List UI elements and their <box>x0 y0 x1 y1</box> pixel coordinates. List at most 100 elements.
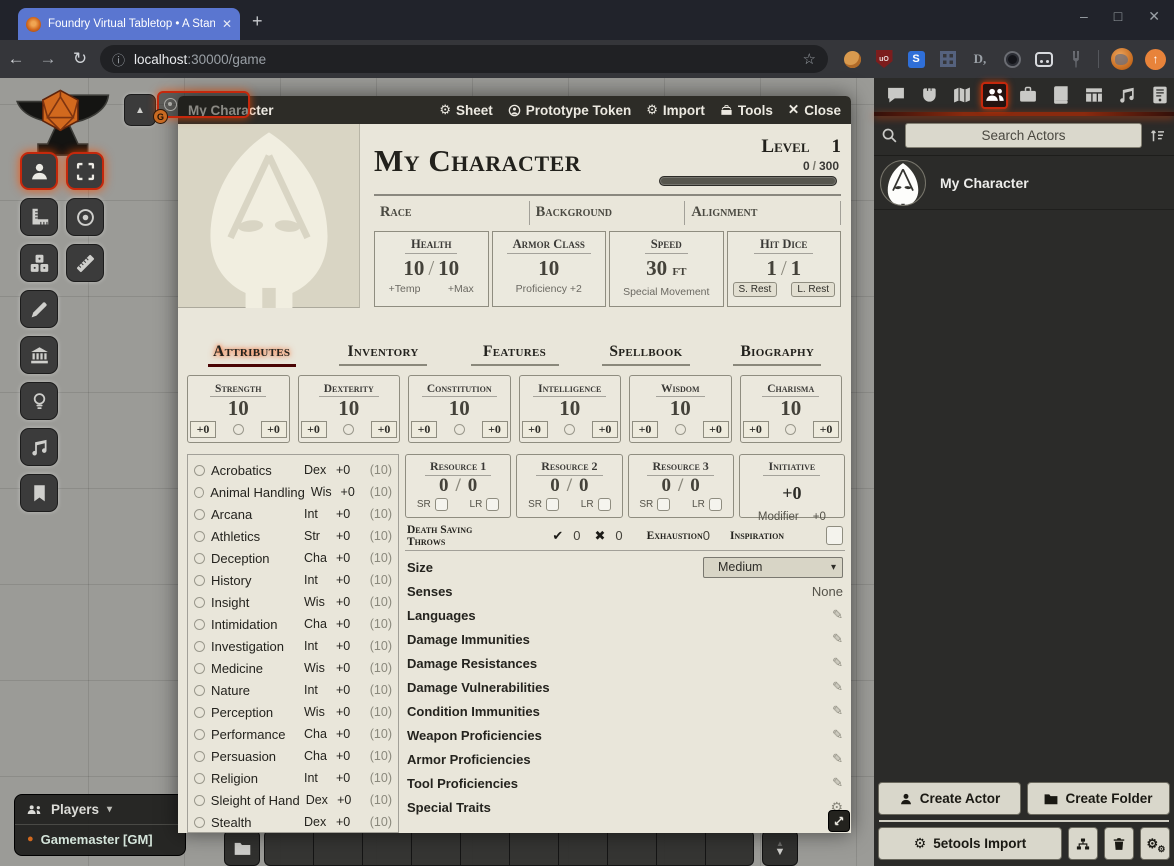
skill-proficiency-radio[interactable] <box>194 465 205 476</box>
skill-name[interactable]: History <box>211 573 298 588</box>
skill-proficiency-radio[interactable] <box>194 685 205 696</box>
skill-row[interactable]: Stealth Dex +0 (10) <box>194 811 392 833</box>
ability-box[interactable]: Charisma 10 +0 +0 <box>740 375 843 443</box>
skill-name[interactable]: Perception <box>211 705 298 720</box>
skill-name[interactable]: Deception <box>211 551 298 566</box>
macro-slot[interactable] <box>509 830 558 866</box>
select-tool-button[interactable] <box>66 152 104 190</box>
ability-mod[interactable]: +0 <box>411 421 437 438</box>
tab-close-icon[interactable]: ✕ <box>222 17 232 31</box>
skill-name[interactable]: Insight <box>211 595 298 610</box>
sr-checkbox[interactable] <box>657 498 670 511</box>
ability-name[interactable]: Intelligence <box>533 383 606 397</box>
skill-name[interactable]: Animal Handling <box>210 485 305 500</box>
bookmark-star-icon[interactable]: ☆ <box>803 50 816 68</box>
tile-controls-button[interactable] <box>20 336 58 374</box>
macro-slot[interactable] <box>313 830 362 866</box>
speed-value[interactable]: 30 ft <box>610 257 723 282</box>
size-select[interactable]: Medium▾ <box>703 557 843 578</box>
site-info-icon[interactable]: ⓘ <box>112 50 125 69</box>
macro-slot[interactable] <box>705 830 754 866</box>
browser-update-icon[interactable]: ↑ <box>1145 49 1166 70</box>
tab-chat[interactable] <box>882 82 909 109</box>
box-extension-icon[interactable] <box>1035 52 1053 67</box>
skill-row[interactable]: Intimidation Cha +0 (10) <box>194 613 392 635</box>
skill-proficiency-radio[interactable] <box>194 487 204 498</box>
character-portrait[interactable] <box>178 124 360 308</box>
ublock-extension-icon[interactable]: uO <box>876 50 893 68</box>
skill-name[interactable]: Stealth <box>211 815 298 830</box>
skill-name[interactable]: Athletics <box>211 529 298 544</box>
ability-mod[interactable]: +0 <box>301 421 327 438</box>
skill-name[interactable]: Persuasion <box>211 749 298 764</box>
create-actor-button[interactable]: Create Actor <box>878 782 1021 815</box>
players-header[interactable]: Players ▾ <box>15 795 185 825</box>
address-bar[interactable]: ⓘ localhost:30000/game ☆ <box>100 45 828 73</box>
skill-proficiency-radio[interactable] <box>194 795 205 806</box>
skill-proficiency-radio[interactable] <box>194 619 205 630</box>
forward-button[interactable]: → <box>32 49 64 69</box>
ability-box[interactable]: Dexterity 10 +0 +0 <box>298 375 401 443</box>
ability-mod[interactable]: +0 <box>190 421 216 438</box>
settings-button[interactable]: ⚙⚙ <box>1140 827 1170 860</box>
resource-box[interactable]: Resource 3 0/0 SR LR <box>628 454 734 518</box>
drawing-controls-button[interactable] <box>20 290 58 328</box>
resource-title[interactable]: Resource 3 <box>647 459 713 476</box>
initiative-value[interactable]: +0 <box>740 483 844 504</box>
skill-proficiency-radio[interactable] <box>194 663 205 674</box>
death-success-icon[interactable]: ✔ <box>552 528 563 544</box>
sr-checkbox[interactable] <box>546 498 559 511</box>
ability-box[interactable]: Constitution 10 +0 +0 <box>408 375 511 443</box>
scene-nav-active-item[interactable] <box>157 91 250 118</box>
import-button[interactable]: ⚙Import <box>646 102 705 118</box>
actor-avatar[interactable] <box>880 160 926 206</box>
skill-name[interactable]: Investigation <box>211 639 298 654</box>
tab-journal[interactable] <box>1047 82 1074 109</box>
skill-row[interactable]: Athletics Str +0 (10) <box>194 525 392 547</box>
save-proficiency-radio[interactable] <box>675 424 686 435</box>
sheet-tab[interactable]: Features <box>449 343 580 367</box>
notes-controls-button[interactable] <box>20 474 58 512</box>
profile-avatar[interactable] <box>1111 48 1133 70</box>
skill-proficiency-radio[interactable] <box>194 575 205 586</box>
window-close-button[interactable]: ✕ <box>1148 8 1160 25</box>
long-rest-button[interactable]: L. Rest <box>791 282 835 297</box>
sr-checkbox[interactable] <box>435 498 448 511</box>
tools-button[interactable]: Tools <box>720 103 773 118</box>
sheet-titlebar[interactable]: My Character ⚙Sheet Prototype Token ⚙Imp… <box>178 96 851 124</box>
resource-title[interactable]: Resource 1 <box>425 459 491 476</box>
back-button[interactable]: ← <box>0 49 32 69</box>
temp-hp-field[interactable]: +Temp <box>389 283 421 295</box>
macro-slot[interactable] <box>411 830 460 866</box>
resource-value[interactable]: 0/0 <box>629 476 733 496</box>
hit-dice-box[interactable]: Hit Dice 1/1 S. Rest L. Rest <box>727 231 842 307</box>
tab-compendium[interactable] <box>1146 82 1173 109</box>
save-proficiency-radio[interactable] <box>564 424 575 435</box>
tab-items[interactable] <box>1014 82 1041 109</box>
ability-save[interactable]: +0 <box>371 421 397 438</box>
save-proficiency-radio[interactable] <box>343 424 354 435</box>
trait-edit-icon[interactable]: ✎ <box>832 751 843 767</box>
trait-edit-icon[interactable]: ✎ <box>832 607 843 623</box>
ability-mod[interactable]: +0 <box>632 421 658 438</box>
save-proficiency-radio[interactable] <box>454 424 465 435</box>
camera-extension-icon[interactable] <box>1004 51 1021 68</box>
tab-scenes[interactable] <box>948 82 975 109</box>
trait-edit-icon[interactable]: ✎ <box>832 775 843 791</box>
hp-value[interactable]: 10/10 <box>375 257 488 279</box>
character-name[interactable]: My Character <box>374 143 659 179</box>
initiative-mod-value[interactable]: +0 <box>813 511 826 523</box>
ability-name[interactable]: Dexterity <box>319 383 379 397</box>
skill-proficiency-radio[interactable] <box>194 531 205 542</box>
skill-row[interactable]: Investigation Int +0 (10) <box>194 635 392 657</box>
skill-row[interactable]: Persuasion Cha +0 (10) <box>194 745 392 767</box>
sheet-tab[interactable]: Spellbook <box>580 343 711 367</box>
death-success-value[interactable]: 0 <box>573 528 580 543</box>
skill-row[interactable]: Nature Int +0 (10) <box>194 679 392 701</box>
detail-field[interactable]: Alignment <box>685 201 841 225</box>
skill-row[interactable]: Acrobatics Dex +0 (10) <box>194 459 392 481</box>
window-minimize-button[interactable]: – <box>1080 8 1088 25</box>
exhaustion-value[interactable]: 0 <box>703 528 710 543</box>
skill-proficiency-radio[interactable] <box>194 817 205 828</box>
macro-slot[interactable] <box>362 830 411 866</box>
